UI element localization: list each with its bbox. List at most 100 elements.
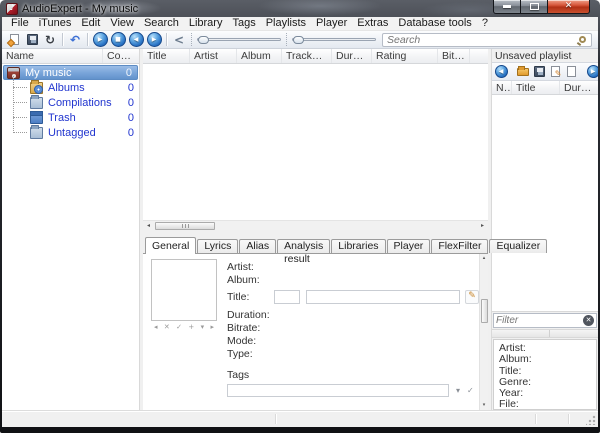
- column-pl-duration[interactable]: Durati...: [560, 81, 598, 94]
- art-next-icon[interactable]: ▸: [210, 324, 214, 331]
- undo-button[interactable]: ↶: [66, 32, 84, 48]
- art-delete-icon[interactable]: ✕: [164, 324, 170, 331]
- album-art-section: ◂ ✕ ✓ + ▾ ▸: [143, 254, 222, 410]
- undo-icon: ↶: [70, 34, 80, 46]
- menu-playlists[interactable]: Playlists: [261, 17, 311, 30]
- volume-slider[interactable]: [197, 33, 281, 47]
- menu-file[interactable]: File: [6, 17, 34, 30]
- vertical-scrollbar[interactable]: ▴ ▾: [479, 254, 488, 410]
- resize-grip[interactable]: [586, 415, 596, 425]
- playlist-body[interactable]: [492, 95, 598, 312]
- window-title: AudioExpert - My music: [22, 3, 138, 15]
- save-icon: [27, 34, 38, 45]
- tree-item-trash[interactable]: Trash 0: [2, 110, 139, 125]
- clear-filter-button[interactable]: ✕: [583, 315, 594, 326]
- tab-lyrics[interactable]: Lyrics: [197, 239, 238, 253]
- menu-edit[interactable]: Edit: [76, 17, 105, 30]
- menu-tags[interactable]: Tags: [227, 17, 260, 30]
- tab-general[interactable]: General: [145, 237, 196, 254]
- menu-search[interactable]: Search: [139, 17, 184, 30]
- tab-alias[interactable]: Alias: [239, 239, 276, 253]
- playlist-new-button[interactable]: [563, 64, 579, 79]
- track-panel: Title Artist Album Tracknumb... Duration…: [143, 49, 488, 410]
- edit-title-button[interactable]: ✎: [465, 290, 479, 304]
- tab-libraries[interactable]: Libraries: [331, 239, 385, 253]
- menu-help[interactable]: ?: [477, 17, 493, 30]
- stop-button[interactable]: ■: [109, 32, 127, 48]
- playlist-open-button[interactable]: [515, 64, 531, 79]
- tags-confirm-icon[interactable]: ✓: [467, 387, 474, 395]
- menu-view[interactable]: View: [105, 17, 139, 30]
- previous-button[interactable]: ◀: [127, 32, 145, 48]
- tree-header-count[interactable]: Count: [103, 49, 139, 63]
- track-info-box: Artist: Album: Title: Genre: Year: File:: [493, 339, 597, 410]
- tab-equalizer[interactable]: Equalizer: [489, 239, 547, 253]
- playlist-edit-button[interactable]: [547, 64, 563, 79]
- art-save-icon[interactable]: ▾: [201, 324, 205, 331]
- playlist-play-icon: ▶: [587, 65, 599, 78]
- tags-field[interactable]: [227, 384, 449, 397]
- play-button[interactable]: ▶: [91, 32, 109, 48]
- clear-icon: ✕: [586, 317, 592, 324]
- compilations-folder-icon: [30, 97, 43, 109]
- search-input[interactable]: [387, 34, 579, 46]
- tree-item-compilations[interactable]: Compilations 0: [2, 95, 139, 110]
- next-button[interactable]: ▶: [145, 32, 163, 48]
- search-icon[interactable]: [579, 36, 586, 43]
- column-tracknumber[interactable]: Tracknumb...: [282, 49, 332, 63]
- menu-player[interactable]: Player: [311, 17, 352, 30]
- tree-item-my-music[interactable]: My music 0: [3, 65, 138, 80]
- refresh-button[interactable]: ↻: [41, 32, 59, 48]
- column-pl-title[interactable]: Title: [512, 81, 560, 94]
- menu-itunes[interactable]: iTunes: [34, 17, 77, 30]
- column-title[interactable]: Title: [143, 49, 190, 63]
- track-list-body[interactable]: [143, 64, 488, 220]
- column-album[interactable]: Album: [237, 49, 282, 63]
- playlist-play-button[interactable]: ▶: [585, 64, 598, 79]
- tree-item-albums[interactable]: Albums 0: [2, 80, 139, 95]
- tree-item-untagged[interactable]: Untagged 0: [2, 125, 139, 140]
- column-rating[interactable]: Rating: [372, 49, 438, 63]
- save-icon: [534, 66, 545, 77]
- scroll-right-icon[interactable]: ▸: [477, 221, 488, 231]
- filter-input[interactable]: [496, 315, 583, 326]
- maximize-button[interactable]: [521, 0, 548, 14]
- tab-analysis-result[interactable]: Analysis result: [277, 239, 330, 253]
- seek-slider[interactable]: [292, 33, 376, 47]
- art-add-icon[interactable]: +: [188, 324, 194, 331]
- close-button[interactable]: ✕: [548, 0, 590, 14]
- tree-item-label: Trash: [48, 112, 76, 124]
- column-artist[interactable]: Artist: [190, 49, 237, 63]
- column-bitrate[interactable]: Bitrate: [438, 49, 470, 63]
- tags-dropdown-icon[interactable]: ▾: [456, 387, 460, 395]
- save-button[interactable]: [23, 32, 41, 48]
- menu-database-tools[interactable]: Database tools: [393, 17, 476, 30]
- volume-slider-thumb[interactable]: [198, 36, 209, 44]
- seek-slider-thumb[interactable]: [293, 36, 304, 44]
- tree-header-name[interactable]: Name: [2, 49, 103, 63]
- menu-extras[interactable]: Extras: [352, 17, 393, 30]
- playlist-back-button[interactable]: ◀: [493, 64, 509, 79]
- close-icon: ✕: [565, 2, 573, 11]
- menu-library[interactable]: Library: [184, 17, 228, 30]
- title-field[interactable]: [306, 290, 460, 304]
- column-duration[interactable]: Duration: [332, 49, 372, 63]
- new-library-button[interactable]: [5, 32, 23, 48]
- pencil-icon: ✎: [468, 292, 476, 301]
- column-number[interactable]: N...: [492, 81, 512, 94]
- vertical-scrollbar-thumb[interactable]: [481, 299, 488, 323]
- playlist-info-splitter[interactable]: [492, 329, 598, 338]
- horizontal-scrollbar[interactable]: ◂ ▸: [143, 220, 488, 230]
- minimize-button[interactable]: [493, 0, 521, 14]
- horizontal-scrollbar-thumb[interactable]: [155, 222, 215, 230]
- scroll-left-icon[interactable]: ◂: [143, 221, 154, 231]
- tree-item-label: Compilations: [48, 97, 112, 109]
- art-prev-icon[interactable]: ◂: [154, 324, 158, 331]
- menubar: File iTunes Edit View Search Library Tag…: [2, 17, 598, 31]
- collapse-button[interactable]: <: [170, 32, 188, 48]
- playlist-save-button[interactable]: [531, 64, 547, 79]
- art-accept-icon[interactable]: ✓: [176, 324, 182, 331]
- tracknumber-field[interactable]: [274, 290, 300, 304]
- tab-player[interactable]: Player: [387, 239, 431, 253]
- tab-flexfilter[interactable]: FlexFilter: [431, 239, 488, 253]
